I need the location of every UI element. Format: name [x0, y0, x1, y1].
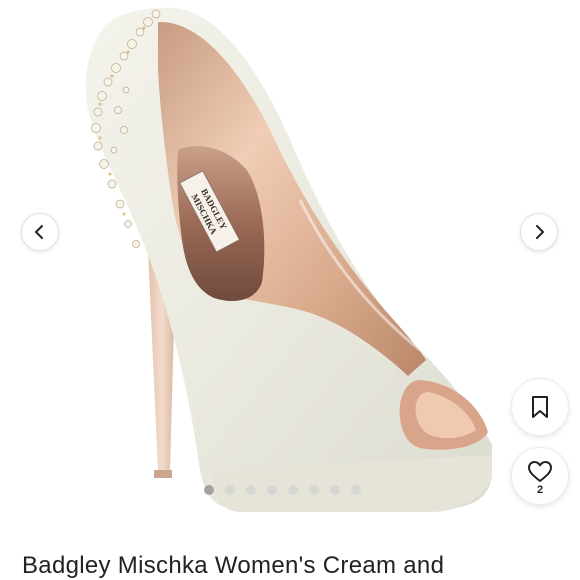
bookmark-icon [532, 396, 548, 418]
chevron-left-icon [35, 225, 43, 239]
next-image-button[interactable] [520, 213, 558, 251]
bookmark-button[interactable] [511, 378, 569, 436]
heart-icon [528, 461, 552, 482]
carousel-dot[interactable] [309, 485, 319, 495]
image-carousel[interactable]: BADGLEY MISCHKA 2 [0, 0, 580, 520]
product-image[interactable]: BADGLEY MISCHKA [0, 0, 580, 520]
carousel-dot[interactable] [204, 485, 214, 495]
chevron-right-icon [536, 225, 544, 239]
carousel-pagination[interactable] [204, 485, 361, 495]
previous-image-button[interactable] [21, 213, 59, 251]
carousel-dot[interactable] [246, 485, 256, 495]
carousel-dot[interactable] [225, 485, 235, 495]
carousel-dot[interactable] [288, 485, 298, 495]
carousel-dot[interactable] [330, 485, 340, 495]
carousel-dot[interactable] [267, 485, 277, 495]
product-title: Badgley Mischka Women's Cream and [22, 552, 445, 579]
like-button[interactable]: 2 [511, 447, 569, 505]
like-count: 2 [536, 484, 544, 496]
carousel-dot[interactable] [351, 485, 361, 495]
